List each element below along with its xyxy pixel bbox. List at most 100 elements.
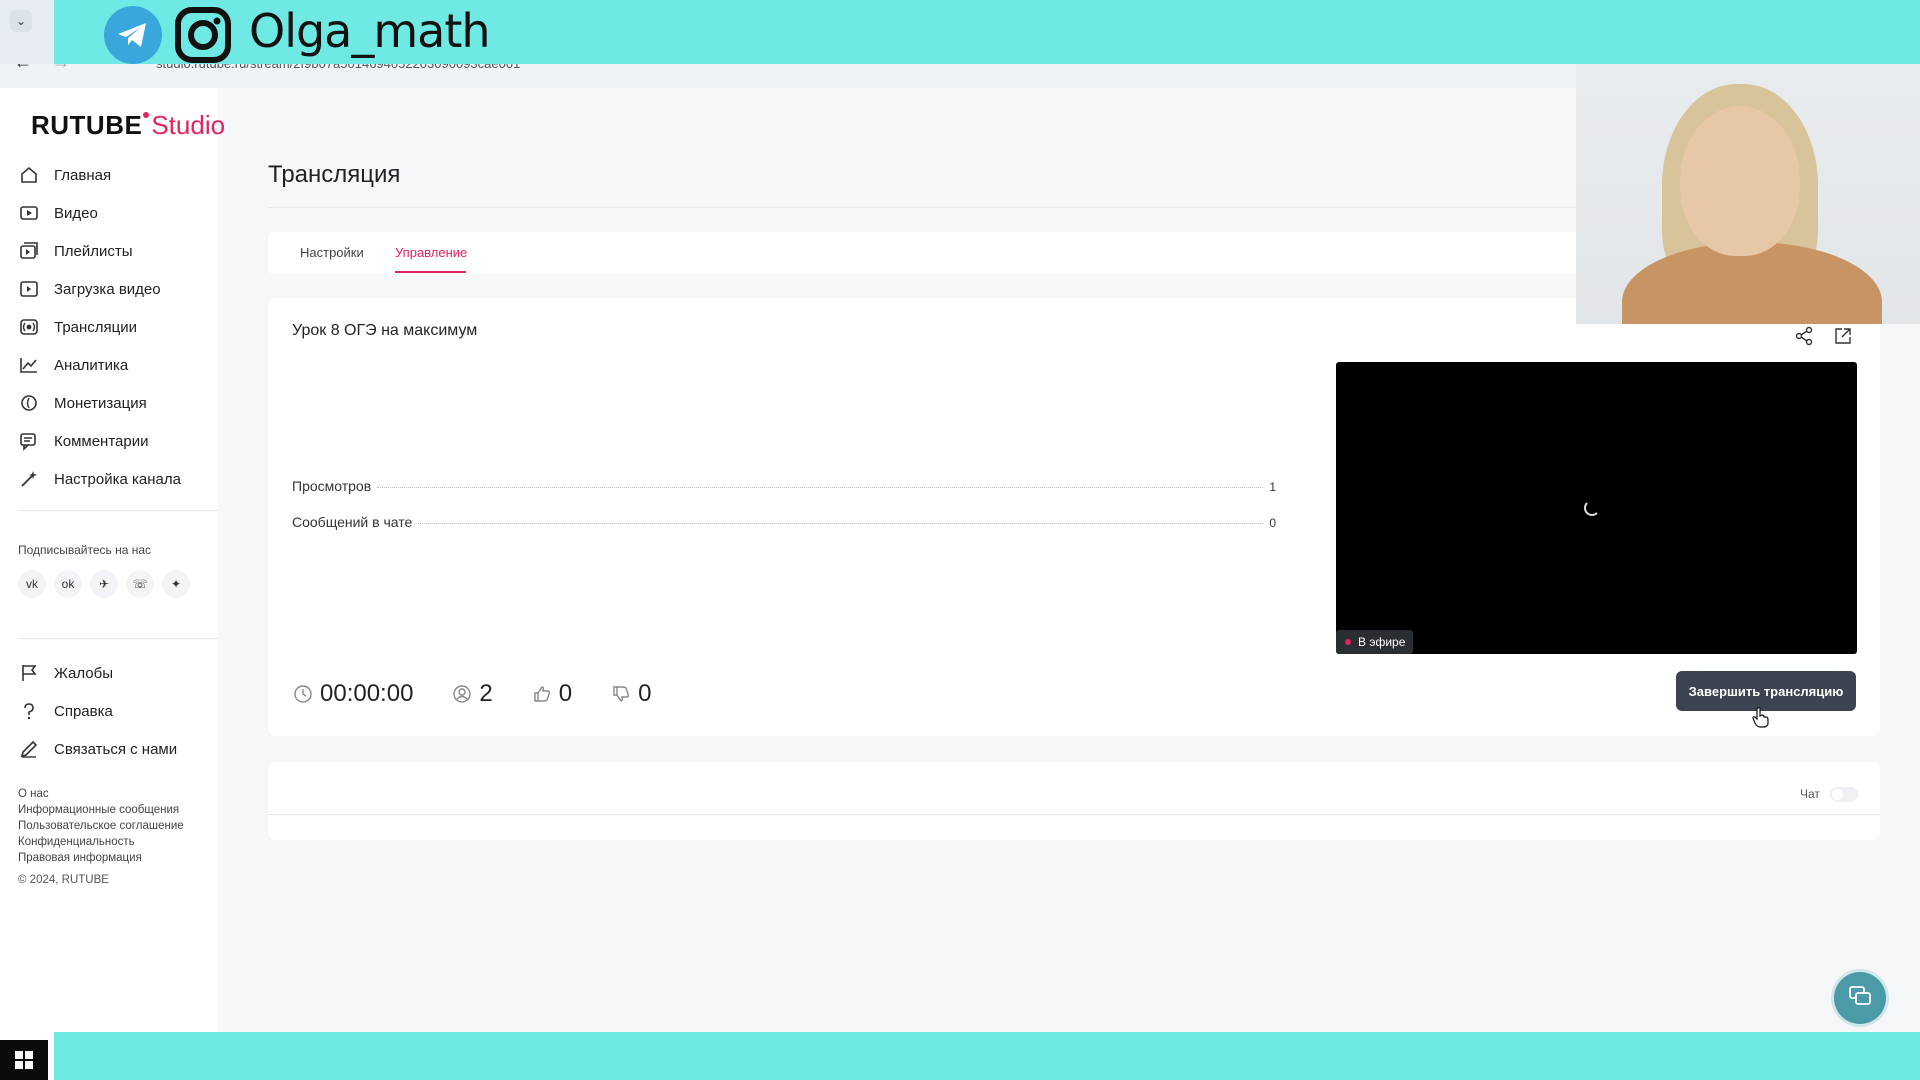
stream-title: Урок 8 ОГЭ на максимум bbox=[292, 322, 478, 339]
comments-icon bbox=[18, 430, 40, 452]
upload-icon bbox=[18, 278, 40, 300]
support-chat-button[interactable] bbox=[1834, 972, 1886, 1024]
sidebar-item-label: Монетизация bbox=[54, 394, 147, 412]
copyright: © 2024, RUTUBE bbox=[18, 874, 109, 886]
playlist-icon bbox=[18, 240, 40, 262]
sidebar-item-channel-settings[interactable]: Настройка канала bbox=[18, 460, 218, 498]
ok-icon[interactable]: ok bbox=[54, 570, 82, 598]
sidebar-item-label: Аналитика bbox=[54, 356, 129, 374]
help-icon bbox=[18, 700, 40, 722]
webcam-face bbox=[1680, 106, 1800, 256]
sidebar-item-label: Плейлисты bbox=[54, 242, 133, 260]
sidebar-item-contact[interactable]: Связаться с нами bbox=[18, 730, 218, 768]
sidebar-item-label: Трансляции bbox=[54, 318, 138, 336]
sidebar-item-monetization[interactable]: Монетизация bbox=[18, 384, 218, 422]
home-icon bbox=[18, 164, 40, 186]
page-title: Трансляция bbox=[268, 161, 401, 188]
stream-metrics: 00:00:00 2 0 0 bbox=[292, 680, 690, 708]
live-badge: В эфире bbox=[1336, 630, 1414, 654]
live-label: В эфире bbox=[1358, 635, 1406, 649]
chat-card bbox=[268, 762, 1880, 840]
vk-icon[interactable]: vk bbox=[18, 570, 46, 598]
sidebar-item-upload[interactable]: Загрузка видео bbox=[18, 270, 218, 308]
broadcast-icon bbox=[18, 316, 40, 338]
sidebar-item-label: Загрузка видео bbox=[54, 280, 161, 298]
sidebar-secondary-nav: Жалобы Справка Связаться с нами bbox=[18, 654, 218, 768]
footer-link-legal[interactable]: Правовая информация bbox=[18, 850, 184, 866]
logo-studio-text: Studio bbox=[151, 110, 226, 140]
logo-rutube-text: RUTUBE bbox=[31, 110, 143, 140]
footer-links: О нас Информационные сообщения Пользоват… bbox=[18, 786, 184, 866]
live-dot-icon bbox=[1345, 639, 1351, 645]
sidebar-divider bbox=[18, 638, 218, 639]
rutube-studio-logo[interactable]: RUTUBE Studio bbox=[31, 110, 225, 141]
sidebar-item-playlists[interactable]: Плейлисты bbox=[18, 232, 218, 270]
telegram-logo-icon bbox=[104, 6, 162, 64]
sidebar-item-comments[interactable]: Комментарии bbox=[18, 422, 218, 460]
pen-icon bbox=[18, 738, 40, 760]
tab-list-button[interactable]: ⌄ bbox=[10, 10, 32, 32]
sidebar-item-label: Комментарии bbox=[54, 432, 149, 450]
sidebar-item-help[interactable]: Справка bbox=[18, 692, 218, 730]
footer-link-about[interactable]: О нас bbox=[18, 786, 184, 802]
sidebar-item-video[interactable]: Видео bbox=[18, 194, 218, 232]
logo-dot bbox=[143, 112, 150, 118]
webcam-overlay bbox=[1576, 64, 1920, 324]
sidebar-item-broadcasts[interactable]: Трансляции bbox=[18, 308, 218, 346]
sidebar-item-complaints[interactable]: Жалобы bbox=[18, 654, 218, 692]
analytics-icon bbox=[18, 354, 40, 376]
sidebar-item-label: Связаться с нами bbox=[54, 740, 178, 758]
support-chat-icon bbox=[1847, 983, 1873, 1014]
chat-divider bbox=[268, 814, 1880, 815]
sidebar-item-label: Справка bbox=[54, 702, 113, 720]
chat-toggle[interactable] bbox=[1830, 787, 1858, 802]
telegram-icon[interactable]: ✈ bbox=[90, 570, 118, 598]
end-stream-button[interactable]: Завершить трансляцию bbox=[1676, 671, 1856, 711]
duration-value: 00:00:00 bbox=[320, 680, 414, 707]
stat-label: Сообщений в чате bbox=[292, 514, 413, 530]
metric-likes: 0 bbox=[531, 680, 572, 708]
metric-duration: 00:00:00 bbox=[292, 680, 413, 708]
likes-value: 0 bbox=[558, 680, 573, 707]
follow-us-title: Подписывайтесь на нас bbox=[18, 543, 152, 557]
metric-viewers: 2 bbox=[451, 680, 493, 708]
monetization-icon bbox=[18, 392, 40, 414]
sidebar-divider bbox=[18, 510, 218, 511]
sidebar-item-label: Жалобы bbox=[54, 664, 113, 682]
sidebar-item-label: Видео bbox=[54, 204, 98, 222]
stat-label: Просмотров bbox=[292, 478, 372, 494]
tab-management[interactable]: Управление bbox=[395, 245, 467, 260]
channel-settings-icon bbox=[18, 468, 40, 490]
toggle-knob bbox=[1832, 789, 1843, 800]
instagram-logo-icon bbox=[174, 6, 232, 64]
sidebar-item-label: Главная bbox=[54, 166, 112, 184]
viber-icon[interactable]: ☏ bbox=[126, 570, 154, 598]
external-link-icon[interactable] bbox=[1831, 324, 1855, 348]
stat-value: 1 bbox=[1269, 480, 1276, 494]
sidebar-nav: Главная Видео Плейлисты Загрузка видео Т… bbox=[18, 156, 218, 498]
footer-link-info[interactable]: Информационные сообщения bbox=[18, 802, 184, 818]
flag-icon bbox=[18, 662, 40, 684]
stat-row-views: Просмотров 1 bbox=[292, 478, 1276, 494]
stat-leader bbox=[418, 523, 1264, 524]
footer-link-terms[interactable]: Пользовательское соглашение bbox=[18, 818, 184, 834]
overlay-bottom-banner bbox=[54, 1032, 1920, 1080]
viewers-value: 2 bbox=[479, 680, 493, 707]
sidebar-item-home[interactable]: Главная bbox=[18, 156, 218, 194]
chat-label: Чат bbox=[1800, 787, 1820, 801]
viewer-icon bbox=[451, 683, 473, 705]
active-tab-indicator bbox=[395, 271, 466, 273]
clock-icon bbox=[292, 683, 314, 705]
loading-spinner-icon bbox=[1584, 500, 1600, 516]
sidebar-item-analytics[interactable]: Аналитика bbox=[18, 346, 218, 384]
windows-start-button[interactable] bbox=[0, 1040, 48, 1080]
dislikes-value: 0 bbox=[638, 680, 652, 707]
footer-link-privacy[interactable]: Конфиденциальность bbox=[18, 834, 184, 850]
metric-dislikes: 0 bbox=[610, 680, 652, 708]
share-icon[interactable] bbox=[1792, 324, 1816, 348]
social-links: vk ok ✈ ☏ ✦ bbox=[18, 570, 190, 598]
plus-icon[interactable]: ✦ bbox=[162, 570, 190, 598]
thumbs-down-icon bbox=[610, 683, 632, 705]
tab-settings[interactable]: Настройки bbox=[300, 245, 364, 260]
overlay-handle: Olga_math bbox=[249, 4, 491, 58]
